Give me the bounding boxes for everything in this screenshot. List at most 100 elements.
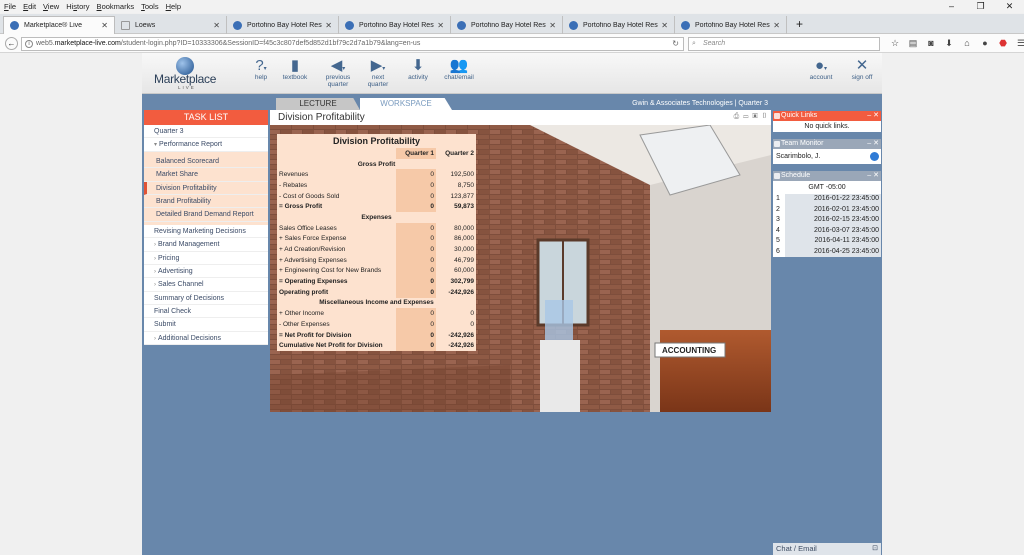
browser-tab[interactable]: Loews ✕ (115, 16, 227, 34)
textbook-button[interactable]: ▮ textbook (280, 57, 310, 81)
restore-button[interactable]: ❐ (966, 0, 995, 13)
task-list-item[interactable]: Brand Profitability (144, 194, 268, 209)
chat-email-button[interactable]: 👥 chat/email (441, 57, 477, 81)
task-list-item[interactable]: Balanced Scorecard (144, 154, 268, 169)
workspace-tools[interactable]: ⎙ ▭ ▣ ▯ (734, 113, 768, 121)
logo-sub: LIVE (178, 85, 196, 90)
url-bar[interactable]: i web5.marketplace-live.com/student-logi… (21, 37, 684, 51)
close-window-button[interactable]: ✕ (995, 0, 1024, 13)
account-button[interactable]: ●▾ account (806, 57, 836, 81)
report-cell-q2: 86,000 (454, 235, 474, 243)
task-list-item[interactable]: Detailed Brand Demand Report (144, 208, 268, 222)
browser-tab-title: Marketplace® Live (24, 22, 83, 29)
task-list-item[interactable]: › Additional Decisions (144, 331, 268, 346)
search-placeholder: Search (703, 40, 726, 47)
task-list-item[interactable]: Market Share (144, 168, 268, 182)
task-list-item[interactable]: › Pricing (144, 251, 268, 265)
tab-lecture[interactable]: LECTURE (276, 98, 360, 110)
reload-icon[interactable]: ↻ (672, 38, 679, 50)
task-list-item[interactable]: › Advertising (144, 264, 268, 279)
menu-bookmarks[interactable]: Bookmarks (93, 0, 138, 13)
report-cell-q1: 0 (396, 319, 436, 330)
report-section-label: Expenses (361, 213, 392, 221)
close-tab-icon[interactable]: ✕ (661, 21, 668, 30)
menu-tools[interactable]: Tools (137, 0, 162, 13)
chat-email-bar[interactable]: Chat / Email ⊡ (773, 543, 881, 555)
report-row-label: = Gross Profit (279, 203, 323, 211)
browser-menubar: File Edit View History Bookmarks Tools Help (0, 0, 1024, 13)
task-list-item[interactable]: › Sales Channel (144, 278, 268, 292)
chat-bubble-icon[interactable]: ● (976, 37, 994, 50)
panel-controls-icon[interactable]: – ✕ (867, 171, 879, 181)
browser-tab[interactable]: Marketplace® Live ✕ (3, 16, 115, 34)
close-tab-icon[interactable]: ✕ (213, 21, 220, 30)
marketplace-logo: Marketplace LIVE (154, 57, 218, 91)
team-member-row[interactable]: Scarimbolo, J. (773, 149, 881, 164)
menu-label-post: elp (171, 2, 182, 11)
pocket-icon[interactable]: ◙ (922, 37, 940, 50)
task-list-item[interactable]: Revising Marketing Decisions (144, 224, 268, 239)
report-row-label: Cumulative Net Profit for Division (279, 342, 383, 350)
menu-view[interactable]: View (39, 0, 62, 13)
task-list-item[interactable]: ▾ Performance Report (144, 138, 268, 152)
tab-workspace[interactable]: WORKSPACE (360, 98, 452, 110)
browser-tab[interactable]: Portofino Bay Hotel Resta...✕ (563, 16, 675, 34)
browser-tab-title: Portofino Bay Hotel Resta... (247, 21, 323, 29)
report-row: + Ad Creation/Revision 0 30,000 (277, 244, 476, 255)
close-tab-icon[interactable]: ✕ (101, 21, 108, 30)
panel-controls-icon[interactable]: – ✕ (867, 111, 879, 121)
report-cell-q1: 0 (396, 169, 436, 181)
favicon-icon (457, 20, 466, 30)
search-input[interactable]: ⌕ Search (688, 37, 880, 51)
expand-icon[interactable]: ⊡ (872, 543, 878, 555)
schedule-index: 6 (773, 246, 785, 257)
task-list-item[interactable]: Submit (144, 318, 268, 332)
sign-off-button[interactable]: ✕ sign off (846, 57, 878, 81)
menu-help[interactable]: Help (162, 0, 184, 13)
task-list-item-label: Advertising (158, 267, 193, 275)
task-list-item[interactable]: Final Check (144, 305, 268, 319)
close-tab-icon[interactable]: ✕ (325, 21, 332, 30)
browser-tab[interactable]: Portofino Bay Hotel Resta...✕ (227, 16, 339, 34)
minimize-button[interactable]: – (937, 0, 966, 13)
report-row: + Other Income 0 0 (277, 308, 476, 319)
account-label: account (809, 74, 833, 81)
bookmark-star-icon[interactable]: ☆ (886, 37, 904, 50)
task-list-item[interactable]: Summary of Decisions (144, 291, 268, 306)
schedule-date: 2016-04-11 23:45:00 (785, 236, 881, 247)
activity-button[interactable]: ⬇ activity (404, 57, 432, 81)
browser-tab[interactable]: Portofino Bay Hotel Resta...✕ (339, 16, 451, 34)
report-row: + Engineering Cost for New Brands 0 60,000 (277, 265, 476, 277)
task-list-item[interactable]: Quarter 3 (144, 125, 268, 139)
menu-file[interactable]: File (0, 0, 19, 13)
chat-icon: 👥 (449, 57, 469, 74)
home-icon[interactable]: ⌂ (958, 37, 976, 50)
previous-quarter-button[interactable]: ◀▾ previous quarter (322, 57, 354, 88)
new-tab-button[interactable]: + (796, 17, 803, 31)
help-label: help (254, 74, 268, 81)
download-icon[interactable]: ⬇ (940, 37, 958, 50)
panel-controls-icon[interactable]: – ✕ (867, 139, 879, 149)
browser-tabstrip: + Marketplace® Live ✕ Loews ✕ Portofino Bay … (0, 14, 1024, 34)
close-tab-icon[interactable]: ✕ (773, 21, 780, 30)
next-quarter-button[interactable]: ▶▾ next quarter (362, 57, 394, 88)
menu-label-post: tory (77, 2, 90, 11)
help-button[interactable]: ?▾ help (246, 57, 276, 81)
menu-edit[interactable]: Edit (19, 0, 39, 13)
reading-list-icon[interactable]: ▤ (904, 37, 922, 50)
info-icon[interactable]: i (25, 40, 33, 48)
menu-icon[interactable]: ☰ (1012, 37, 1024, 50)
report-row-label: - Rebates (279, 181, 308, 189)
next-label-2: quarter (367, 81, 389, 88)
browser-tab[interactable]: Portofino Bay Hotel Resta...✕ (451, 16, 563, 34)
browser-tab[interactable]: Portofino Bay Hotel Resta...✕ (675, 16, 787, 34)
back-button[interactable]: ← (5, 37, 18, 50)
schedule-row: 1 2016-01-22 23:45:00 (773, 194, 881, 205)
menu-history[interactable]: History (62, 0, 92, 13)
report-cell-q2: 60,000 (454, 267, 474, 275)
task-list-item[interactable]: › Brand Management (144, 238, 268, 252)
close-tab-icon[interactable]: ✕ (437, 21, 444, 30)
close-tab-icon[interactable]: ✕ (549, 21, 556, 30)
task-list-item[interactable]: Division Profitability (144, 181, 268, 195)
adblock-icon[interactable]: ⬣ (994, 37, 1012, 50)
